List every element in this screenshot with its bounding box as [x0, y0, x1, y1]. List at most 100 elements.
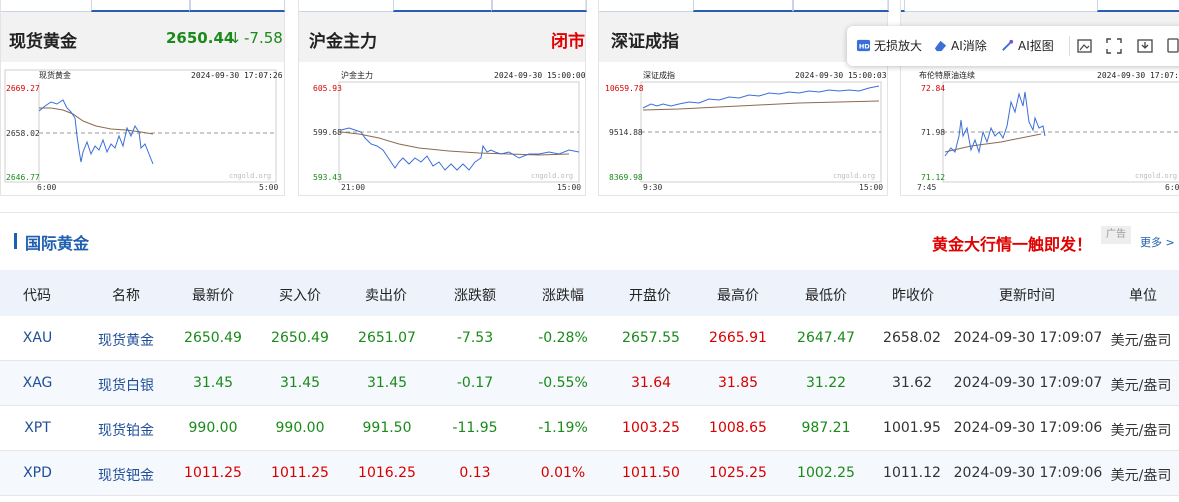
column-header-low: 最低价: [805, 288, 847, 304]
column-header-ask: 卖出价: [365, 288, 407, 304]
cell-change: -0.17: [456, 375, 494, 391]
card-header: 现货黄金 2650.44 ↓ -7.58: [1, 12, 284, 62]
cell-code[interactable]: XAG: [15, 375, 60, 391]
magic-wand-icon: [1002, 39, 1014, 51]
cell-code[interactable]: XPT: [15, 420, 60, 436]
table-row[interactable]: XPD 现货钯金 1011.25 1011.25 1016.25 0.13 0.01% 101…: [0, 451, 1179, 496]
card-tab[interactable]: [1097, 0, 1179, 12]
table-row[interactable]: XAU 现货黄金 2650.49 2650.49 2651.07 -7.53 -0.28% 2…: [0, 316, 1179, 361]
copy-icon[interactable]: [1164, 37, 1179, 55]
quote-card-spot-gold[interactable]: 现货黄金 2650.44 ↓ -7.58 现货黄金 2024-09-30 17:…: [0, 0, 285, 196]
card-title[interactable]: 深证成指: [611, 27, 679, 52]
chart-title: 布伦特原油连续: [919, 70, 975, 80]
lossless-zoom-label: 无损放大: [874, 39, 923, 53]
y-axis-mid-label: 2658.02: [6, 129, 40, 138]
column-header-bid: 买入价: [279, 288, 321, 304]
mini-chart-szse-component[interactable]: 深证成指 2024-09-30 15:00:03 10659.78 9514.8…: [599, 66, 889, 196]
x-axis-start-label: 7:45: [917, 183, 936, 192]
y-axis-top-label: 2669.27: [6, 84, 40, 93]
cell-code[interactable]: XPD: [15, 465, 60, 481]
cell-name[interactable]: 现货铂金: [90, 420, 162, 440]
card-tab[interactable]: [189, 0, 285, 12]
cell-change-pct: -1.19%: [538, 420, 588, 436]
cell-unit: 美元/盎司: [1110, 333, 1172, 349]
card-tab[interactable]: [91, 0, 191, 12]
cell-prev-close: 31.62: [891, 375, 933, 391]
ai-erase-label: AI消除: [951, 39, 987, 53]
cell-open: 2657.55: [622, 330, 680, 346]
cell-high: 2665.91: [709, 330, 767, 346]
card-title[interactable]: 现货黄金: [9, 27, 77, 52]
card-tab[interactable]: [491, 0, 587, 12]
card-tabs: [299, 0, 587, 12]
cell-update-time: 2024-09-30 17:09:07: [953, 375, 1103, 391]
hd-icon: HD: [856, 39, 870, 52]
card-tab[interactable]: [693, 0, 793, 12]
cell-name[interactable]: 现货钯金: [90, 465, 162, 485]
cell-bid: 2650.49: [271, 330, 329, 346]
cell-change-pct: 0.01%: [540, 465, 586, 481]
column-header-update-time: 更新时间: [999, 288, 1055, 304]
table-header: 代码 名称 最新价 买入价 卖出价 涨跌额 涨跌幅 开盘价 最高价 最低价 昨收…: [0, 270, 1179, 316]
column-header-prev-close: 昨收价: [892, 288, 934, 304]
cell-code[interactable]: XAU: [15, 330, 60, 346]
download-icon[interactable]: [1136, 37, 1154, 55]
cell-change: 0.13: [459, 465, 491, 481]
card-title[interactable]: 沪金主力: [309, 27, 377, 52]
column-header-change: 涨跌额: [454, 288, 496, 304]
cell-low: 2647.47: [797, 330, 855, 346]
cell-open: 31.64: [630, 375, 672, 391]
cell-prev-close: 2658.02: [883, 330, 941, 346]
y-axis-top-label: 72.84: [921, 84, 945, 93]
cell-change: -11.95: [452, 420, 498, 436]
toolbar-divider: [1069, 36, 1070, 56]
x-axis-end-label: 5:00: [259, 183, 278, 192]
card-tab[interactable]: [393, 0, 493, 12]
mini-chart-brent-crude[interactable]: 布伦特原油连续 2024-09-30 17:07:3 72.84 71.98 7…: [901, 66, 1179, 196]
table-row[interactable]: XAG 现货白银 31.45 31.45 31.45 -0.17 -0.55% 31.64 31…: [0, 361, 1179, 406]
section-divider: [0, 212, 1179, 213]
cell-open: 1003.25: [622, 420, 680, 436]
column-header-unit: 单位: [1129, 288, 1157, 304]
ad-link[interactable]: 黄金大行情一触即发！: [932, 231, 1092, 255]
ai-erase-button[interactable]: AI消除: [933, 37, 987, 54]
cell-change: -7.53: [456, 330, 494, 346]
quote-card-shfe-gold[interactable]: 沪金主力 闭市 沪金主力 2024-09-30 15:00:00 605.93 …: [298, 0, 587, 196]
ai-matting-label: AI抠图: [1018, 39, 1054, 53]
image-edit-icon[interactable]: [1076, 37, 1094, 55]
mini-chart-spot-gold[interactable]: 现货黄金 2024-09-30 17:07:26 2669.27 2658.02…: [1, 66, 286, 196]
ai-matting-button[interactable]: AI抠图: [1000, 37, 1054, 54]
chart-timestamp: 2024-09-30 15:00:00: [494, 71, 586, 80]
cell-name[interactable]: 现货黄金: [90, 330, 162, 350]
cell-high: 1025.25: [709, 465, 767, 481]
chart-title: 沪金主力: [341, 70, 373, 80]
cell-update-time: 2024-09-30 17:09:06: [953, 420, 1103, 436]
section-accent-bar: [14, 233, 17, 249]
cell-low: 987.21: [801, 420, 851, 436]
card-header: 深证成指: [599, 12, 887, 62]
mini-chart-shfe-gold[interactable]: 沪金主力 2024-09-30 15:00:00 605.93 599.68 5…: [299, 66, 587, 196]
cell-change-pct: -0.28%: [538, 330, 588, 346]
cell-name[interactable]: 现货白银: [90, 375, 162, 395]
quote-card-szse-component[interactable]: 深证成指 深证成指 2024-09-30 15:00:03 10659.78 9…: [598, 0, 889, 196]
image-toolbar: HD 无损放大 AI消除 AI抠图: [847, 26, 1179, 66]
cell-ask: 1016.25: [358, 465, 416, 481]
card-header: 沪金主力 闭市: [299, 12, 585, 62]
cell-ask: 31.45: [366, 375, 408, 391]
card-tab[interactable]: [901, 0, 905, 12]
table-row[interactable]: XPT 现货铂金 990.00 990.00 991.50 -11.95 -1.19% 100…: [0, 406, 1179, 451]
more-link[interactable]: 更多 > >: [1140, 234, 1179, 250]
lossless-zoom-button[interactable]: HD 无损放大: [856, 37, 922, 54]
crop-icon[interactable]: [1105, 37, 1123, 55]
cell-unit: 美元/盎司: [1110, 468, 1172, 484]
card-tab[interactable]: [793, 0, 889, 12]
column-header-open: 开盘价: [629, 288, 671, 304]
cell-prev-close: 1011.12: [883, 465, 941, 481]
chart-title: 深证成指: [643, 70, 675, 80]
card-tabs: [901, 0, 1179, 12]
column-header-high: 最高价: [717, 288, 759, 304]
chart-timestamp: 2024-09-30 17:07:3: [1097, 71, 1179, 80]
eraser-icon: [934, 40, 947, 52]
x-axis-start-label: 9:30: [643, 183, 662, 192]
y-axis-mid-label: 71.98: [921, 128, 945, 137]
